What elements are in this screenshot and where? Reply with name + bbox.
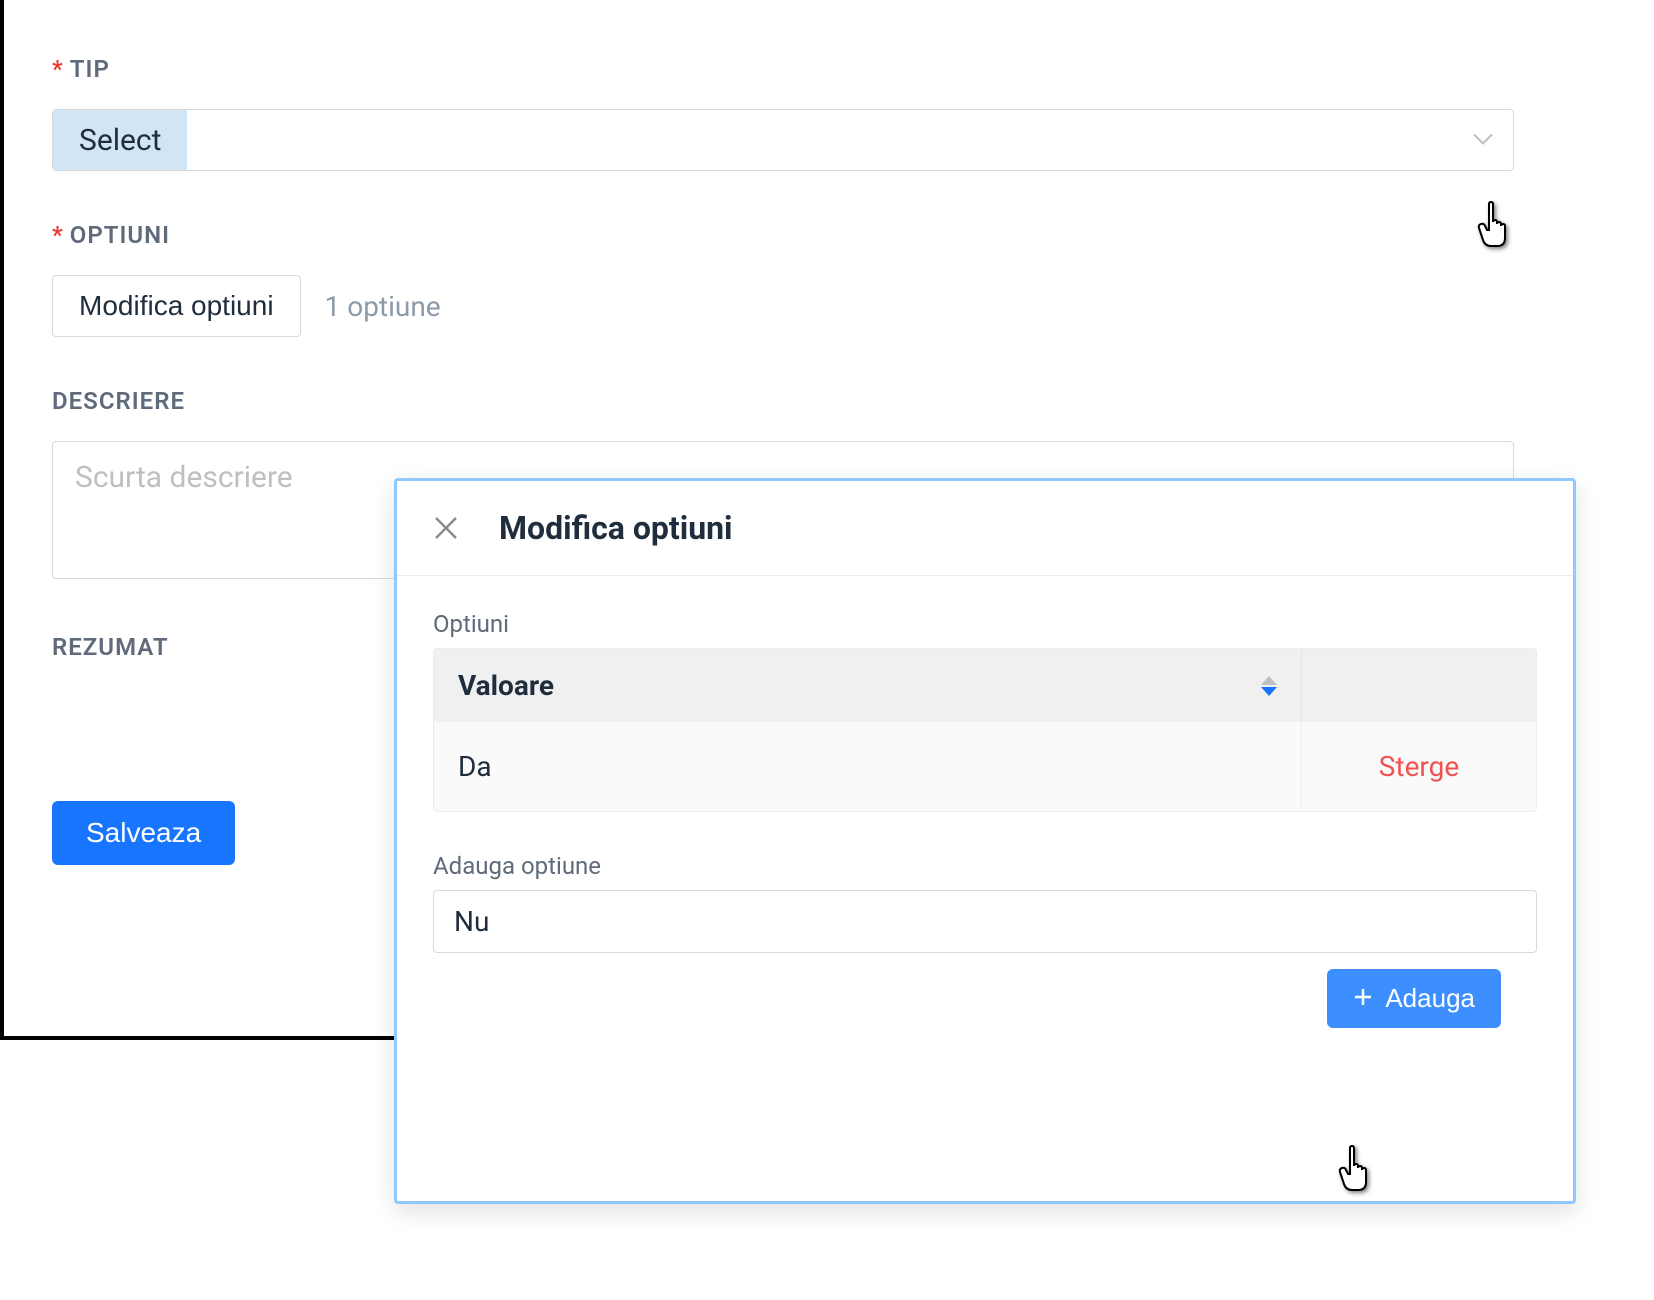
optiuni-field-group: *OPTIUNI Modifica optiuni 1 optiune bbox=[52, 221, 1514, 337]
modal-title: Modifica optiuni bbox=[499, 509, 733, 547]
table-row: Da Sterge bbox=[434, 722, 1536, 811]
add-button-label: Adauga bbox=[1385, 983, 1475, 1014]
tip-select[interactable]: Select bbox=[52, 109, 1514, 171]
options-count: 1 optiune bbox=[325, 290, 441, 323]
tip-label-text: TIP bbox=[70, 55, 110, 83]
column-valoare-label: Valoare bbox=[458, 669, 554, 702]
plus-icon bbox=[1353, 983, 1373, 1014]
save-button[interactable]: Salveaza bbox=[52, 801, 235, 865]
delete-row-button[interactable]: Sterge bbox=[1301, 722, 1536, 811]
add-option-label: Adauga optiune bbox=[433, 852, 1537, 880]
add-option-input[interactable] bbox=[433, 890, 1537, 953]
options-row: Modifica optiuni 1 optiune bbox=[52, 275, 1514, 337]
sort-icon[interactable] bbox=[1261, 676, 1277, 696]
add-button[interactable]: Adauga bbox=[1327, 969, 1501, 1028]
modify-options-modal: Modifica optiuni Optiuni Valoare Da Ster… bbox=[394, 478, 1576, 1204]
tip-field-group: *TIP Select bbox=[52, 55, 1514, 171]
modal-body: Optiuni Valoare Da Sterge Adauga optiune bbox=[397, 576, 1573, 1050]
chevron-down-icon bbox=[1473, 131, 1493, 150]
modal-footer: Adauga bbox=[433, 969, 1537, 1028]
modal-header: Modifica optiuni bbox=[397, 481, 1573, 576]
table-header-row: Valoare bbox=[434, 649, 1536, 722]
tip-label: *TIP bbox=[52, 55, 1514, 83]
descriere-label: DESCRIERE bbox=[52, 387, 1514, 415]
sort-down-icon bbox=[1261, 687, 1277, 696]
sort-up-icon bbox=[1261, 676, 1277, 685]
options-section-label: Optiuni bbox=[433, 610, 1537, 638]
required-asterisk: * bbox=[52, 55, 64, 83]
close-icon[interactable] bbox=[433, 515, 459, 541]
row-value: Da bbox=[434, 722, 1301, 811]
options-table: Valoare Da Sterge bbox=[433, 648, 1537, 812]
required-asterisk: * bbox=[52, 221, 64, 249]
optiuni-label-text: OPTIUNI bbox=[70, 221, 170, 249]
optiuni-label: *OPTIUNI bbox=[52, 221, 1514, 249]
tip-selected-value: Select bbox=[53, 110, 187, 170]
column-valoare[interactable]: Valoare bbox=[434, 649, 1301, 722]
column-actions bbox=[1301, 649, 1536, 722]
modify-options-button[interactable]: Modifica optiuni bbox=[52, 275, 301, 337]
